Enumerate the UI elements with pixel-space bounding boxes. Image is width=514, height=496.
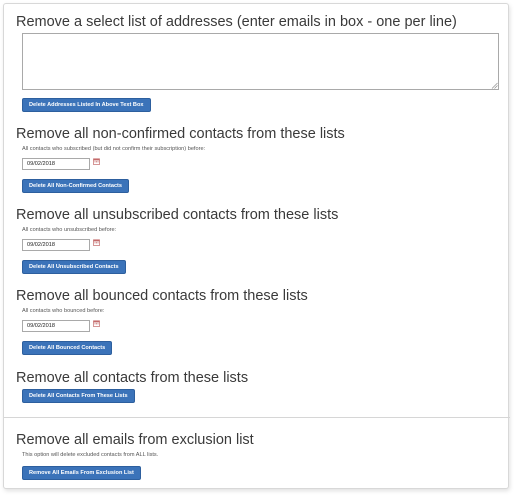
non-confirmed-heading: Remove all non-confirmed contacts from t… xyxy=(16,126,345,142)
calendar-icon[interactable] xyxy=(93,320,100,327)
resize-grip-icon[interactable] xyxy=(491,82,498,89)
delete-all-contacts-button[interactable]: Delete All Contacts From These Lists xyxy=(22,389,135,403)
delete-non-confirmed-button[interactable]: Delete All Non-Confirmed Contacts xyxy=(22,179,130,193)
unsubscribed-date-input[interactable]: 09/02/2018 xyxy=(22,239,90,251)
all-contacts-heading: Remove all contacts from these lists xyxy=(16,370,249,386)
non-confirmed-label: All contacts who subscribed (but did not… xyxy=(22,146,206,152)
delete-bounced-button[interactable]: Delete All Bounced Contacts xyxy=(22,341,113,355)
email-list-textarea[interactable] xyxy=(22,33,499,90)
calendar-icon[interactable] xyxy=(93,158,100,165)
bounced-heading: Remove all bounced contacts from these l… xyxy=(16,288,308,304)
remove-select-heading: Remove a select list of addresses (enter… xyxy=(16,14,457,30)
bounced-label: All contacts who bounced before: xyxy=(22,308,105,314)
bounced-date-input[interactable]: 09/02/2018 xyxy=(22,320,90,332)
section-divider xyxy=(4,417,510,418)
remove-exclusion-emails-button[interactable]: Remove All Emails From Exclusion List xyxy=(22,466,141,480)
unsubscribed-label: All contacts who unsubscribed before: xyxy=(22,227,117,233)
exclusion-heading: Remove all emails from exclusion list xyxy=(16,432,254,448)
delete-listed-addresses-button[interactable]: Delete Addresses Listed In Above Text Bo… xyxy=(22,98,151,112)
delete-unsubscribed-button[interactable]: Delete All Unsubscribed Contacts xyxy=(22,260,126,274)
unsubscribed-heading: Remove all unsubscribed contacts from th… xyxy=(16,207,339,223)
exclusion-label: This option will delete excluded contact… xyxy=(22,452,159,458)
calendar-icon[interactable] xyxy=(93,239,100,246)
non-confirmed-date-input[interactable]: 09/02/2018 xyxy=(22,158,90,170)
